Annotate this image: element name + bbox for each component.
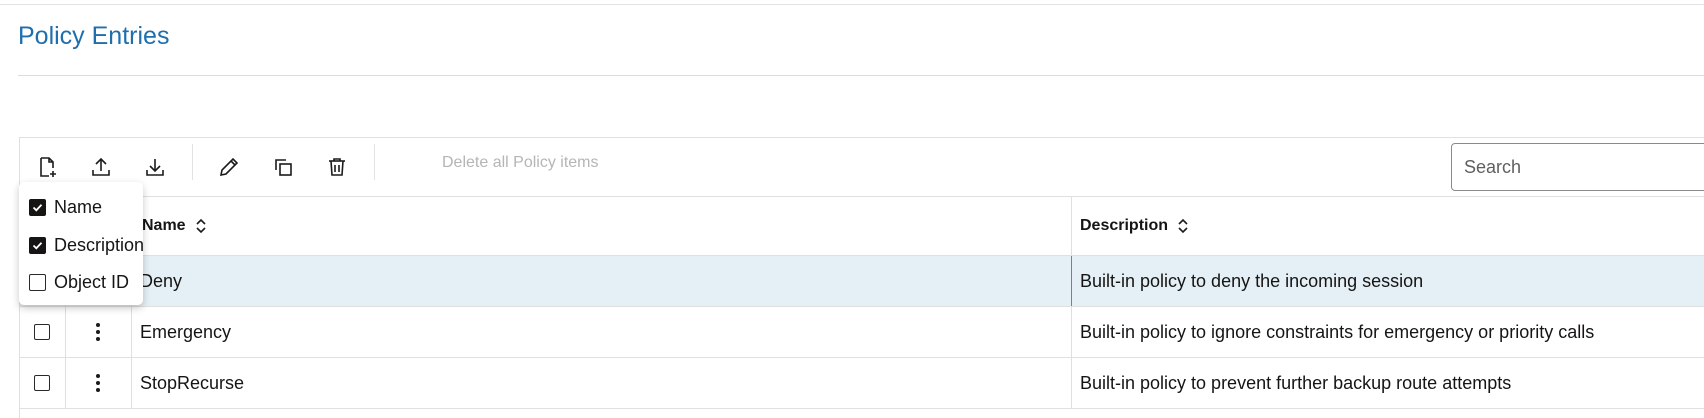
cell-name: Deny [140, 270, 183, 291]
column-divider [65, 307, 66, 357]
menu-item-object-id[interactable]: Object ID [19, 263, 143, 301]
column-divider [1071, 197, 1072, 255]
cell-name: Emergency [140, 321, 232, 342]
table-row[interactable]: StopRecurse Built-in policy to prevent f… [20, 358, 1704, 409]
cell-description: Built-in policy to ignore constraints fo… [1080, 321, 1595, 342]
column-header-name-label: Name [142, 217, 186, 234]
menu-checkbox[interactable] [29, 236, 46, 254]
menu-item-label: Description [54, 234, 145, 255]
column-header-description-label: Description [1080, 217, 1169, 234]
edit-icon [219, 157, 239, 177]
search-input[interactable] [1451, 143, 1704, 191]
delete-icon [329, 158, 345, 176]
column-divider [1071, 256, 1072, 306]
add-file-icon [40, 157, 56, 177]
download-button[interactable] [138, 150, 172, 184]
delete-all-button[interactable]: Delete all Policy items [442, 154, 599, 172]
menu-item-name[interactable]: Name [19, 188, 143, 226]
cell-name: StopRecurse [140, 372, 245, 393]
cell-description: Built-in policy to prevent further backu… [1080, 372, 1512, 393]
kebab-icon [96, 323, 100, 341]
menu-item-description[interactable]: Description [19, 226, 145, 264]
row-checkbox[interactable] [34, 324, 50, 340]
column-divider [65, 358, 66, 408]
delete-button[interactable] [320, 150, 354, 184]
add-button[interactable] [30, 150, 64, 184]
checkmark-icon [32, 241, 43, 250]
table-toolbar: Delete all Policy items [20, 138, 1704, 197]
upload-button[interactable] [84, 150, 118, 184]
menu-item-label: Name [54, 196, 103, 217]
cell-description: Built-in policy to deny the incoming ses… [1080, 270, 1424, 291]
duplicate-icon [275, 159, 292, 176]
table-row[interactable]: Deny Built-in policy to deny the incomin… [20, 256, 1704, 307]
row-actions-button[interactable] [88, 318, 108, 346]
column-visibility-menu: Name Description Object ID [19, 182, 145, 305]
menu-checkbox[interactable] [29, 273, 46, 291]
row-actions-button[interactable] [88, 369, 108, 397]
toolbar-separator [192, 144, 193, 180]
kebab-icon [96, 374, 100, 392]
column-header-name[interactable]: Name [142, 197, 208, 255]
top-divider [0, 4, 1704, 5]
download-icon [146, 159, 164, 176]
title-divider [18, 75, 1704, 76]
page-title: Policy Entries [18, 22, 170, 50]
column-divider [131, 307, 132, 357]
sort-icon [196, 218, 206, 234]
menu-item-label: Object ID [54, 271, 130, 292]
row-checkbox[interactable] [34, 375, 50, 391]
column-divider [131, 358, 132, 408]
table-row[interactable]: Emergency Built-in policy to ignore cons… [20, 307, 1704, 358]
column-divider [1071, 307, 1072, 357]
column-header-description[interactable]: Description [1080, 197, 1190, 255]
table-header: Name Description [20, 197, 1704, 256]
policy-table: Delete all Policy items Name Description… [19, 137, 1704, 418]
column-divider [1071, 358, 1072, 408]
edit-button[interactable] [212, 150, 246, 184]
sort-icon [1178, 218, 1188, 234]
checkmark-icon [32, 203, 43, 212]
duplicate-button[interactable] [266, 150, 300, 184]
menu-checkbox[interactable] [29, 198, 46, 216]
upload-icon [92, 157, 110, 176]
toolbar-separator [374, 144, 375, 180]
